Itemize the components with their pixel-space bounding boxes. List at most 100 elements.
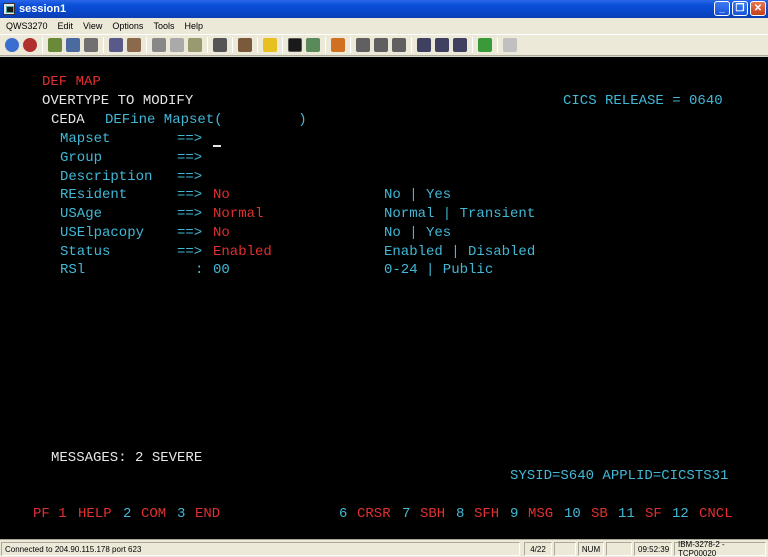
field-options: No | Yes <box>384 225 452 241</box>
menu-tools[interactable]: Tools <box>153 21 174 31</box>
pf7-key[interactable]: 7 <box>402 506 410 522</box>
cut-icon[interactable] <box>152 38 166 52</box>
pf1-label[interactable]: HELP <box>78 506 112 522</box>
pf9-key[interactable]: 9 <box>510 506 518 522</box>
field-value[interactable]: No <box>213 225 230 241</box>
save-icon[interactable] <box>66 38 80 52</box>
field-arrow: ==> <box>177 169 203 185</box>
pf9-label[interactable]: MSG <box>528 506 553 522</box>
pf2-key[interactable]: 2 <box>123 506 131 522</box>
empty-indicator <box>554 542 576 556</box>
pf11-key[interactable]: 11 <box>618 506 635 522</box>
restore-button[interactable]: ❐ <box>732 1 748 16</box>
field-label: RSl <box>60 262 86 278</box>
title-bar: session1 _ ❐ ✕ <box>0 0 768 18</box>
toolbar-separator <box>472 37 473 53</box>
terminal-model: IBM-3278-2 - TCP00020 <box>674 540 766 557</box>
print-icon[interactable] <box>84 38 98 52</box>
connection-status: Connected to 204.90.115.178 port 623 <box>1 542 520 556</box>
pf11-label[interactable]: SF <box>645 506 662 522</box>
pa1-icon[interactable] <box>417 38 431 52</box>
field-arrow: ==> <box>177 131 203 147</box>
field-arrow: ==> <box>177 225 203 241</box>
pf7-label[interactable]: SBH <box>420 506 445 522</box>
menu-qws3270[interactable]: QWS3270 <box>6 21 48 31</box>
window-title: session1 <box>19 3 67 15</box>
pf10-key[interactable]: 10 <box>564 506 581 522</box>
menu-bar: QWS3270 Edit View Options Tools Help <box>0 18 768 34</box>
toolbar-separator <box>350 37 351 53</box>
pf12-key[interactable]: 12 <box>672 506 689 522</box>
toolbar <box>0 34 768 56</box>
field-label: Mapset <box>60 131 111 147</box>
enter-icon[interactable] <box>392 38 406 52</box>
connect-icon[interactable] <box>5 38 19 52</box>
pa3-icon[interactable] <box>453 38 467 52</box>
copy-icon[interactable] <box>170 38 184 52</box>
menu-edit[interactable]: Edit <box>58 21 74 31</box>
menu-help[interactable]: Help <box>184 21 203 31</box>
disconnect-icon[interactable] <box>23 38 37 52</box>
field-label: Description <box>60 169 153 185</box>
define-command: DEFine Mapset( ) <box>105 112 307 128</box>
sysid-line: SYSID=S640 APPLID=CICSTS31 <box>510 468 729 484</box>
terminal-icon[interactable] <box>288 38 302 52</box>
text-cursor <box>213 145 221 147</box>
keyboard-icon[interactable] <box>213 38 227 52</box>
menu-options[interactable]: Options <box>112 21 143 31</box>
terminal-screen[interactable]: DEF MAP OVERTYPE TO MODIFY CICS RELEASE … <box>0 57 768 539</box>
toolbar-separator <box>282 37 283 53</box>
toolbar-separator <box>325 37 326 53</box>
empty-indicator <box>606 542 632 556</box>
field-options: Enabled | Disabled <box>384 244 536 260</box>
settings-icon[interactable] <box>127 38 141 52</box>
overtype-label: OVERTYPE TO MODIFY <box>42 93 194 109</box>
toolbar-separator <box>257 37 258 53</box>
pf12-label[interactable]: CNCL <box>699 506 733 522</box>
pa2-icon[interactable] <box>435 38 449 52</box>
field-label: USElpacopy <box>60 225 145 241</box>
field-options: Normal | Transient <box>384 206 536 222</box>
field-arrow: ==> <box>177 206 203 222</box>
field-arrow: ==> <box>177 150 203 166</box>
prev-field-icon[interactable] <box>356 38 370 52</box>
pf6-key[interactable]: 6 <box>339 506 347 522</box>
warning-icon[interactable] <box>263 38 277 52</box>
pf8-key[interactable]: 8 <box>456 506 464 522</box>
toolbar-separator <box>497 37 498 53</box>
home-icon[interactable] <box>331 38 345 52</box>
app-icon[interactable] <box>3 3 15 15</box>
pf8-label[interactable]: SFH <box>474 506 499 522</box>
pf10-label[interactable]: SB <box>591 506 608 522</box>
menu-view[interactable]: View <box>83 21 102 31</box>
pf2-label[interactable]: COM <box>141 506 166 522</box>
field-label: Group <box>60 150 103 166</box>
toolbar-separator <box>146 37 147 53</box>
pf6-label[interactable]: CRSR <box>357 506 391 522</box>
close-button[interactable]: ✕ <box>750 1 766 16</box>
macro-icon[interactable] <box>238 38 252 52</box>
screen-header: DEF MAP <box>42 74 101 90</box>
pf1-key[interactable]: PF 1 <box>33 506 67 522</box>
pf3-key[interactable]: 3 <box>177 506 185 522</box>
cursor-position: 4/22 <box>524 542 552 556</box>
paste-icon[interactable] <box>188 38 202 52</box>
print-screen-icon[interactable] <box>109 38 123 52</box>
toolbar-separator <box>232 37 233 53</box>
field-options: 0-24 | Public <box>384 262 494 278</box>
field-value: 00 <box>213 262 230 278</box>
field-value[interactable]: No <box>213 187 230 203</box>
spellcheck-icon[interactable] <box>503 38 517 52</box>
minimize-button[interactable]: _ <box>714 1 730 16</box>
session-icon[interactable] <box>48 38 62 52</box>
ceda-label: CEDA <box>51 112 85 128</box>
next-field-icon[interactable] <box>374 38 388 52</box>
field-value[interactable]: Enabled <box>213 244 272 260</box>
field-value[interactable]: Normal <box>213 206 263 222</box>
toolbar-separator <box>42 37 43 53</box>
window-controls: _ ❐ ✕ <box>714 1 766 16</box>
tools-icon[interactable] <box>306 38 320 52</box>
plugin-icon[interactable] <box>478 38 492 52</box>
toolbar-separator <box>103 37 104 53</box>
pf3-label[interactable]: END <box>195 506 220 522</box>
